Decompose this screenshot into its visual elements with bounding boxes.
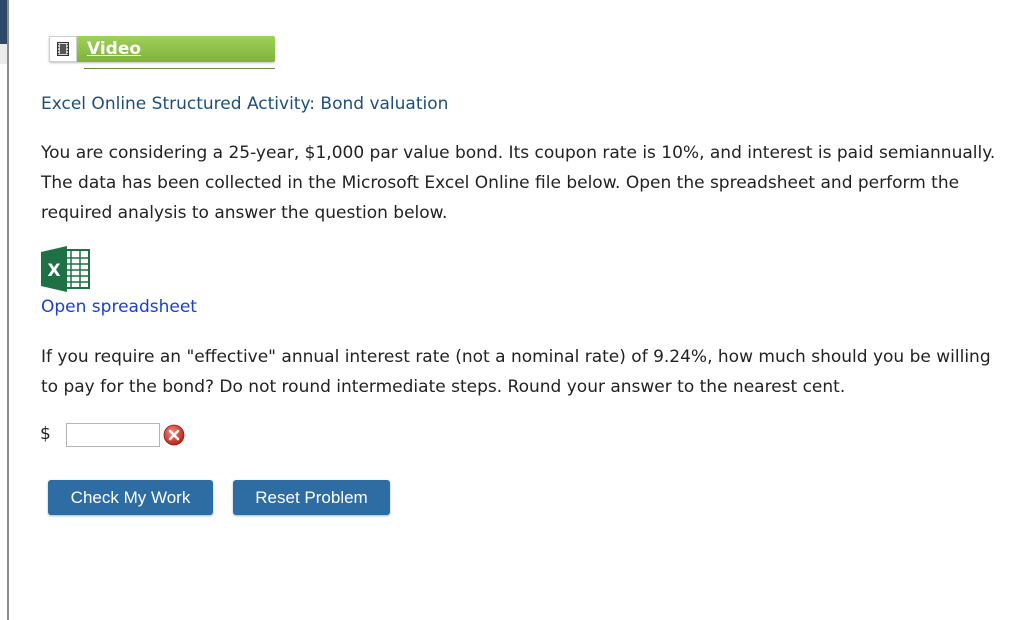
error-x-icon (163, 424, 185, 446)
question-paragraph: If you require an "effective" annual int… (41, 347, 991, 397)
window-edge (0, 0, 7, 44)
video-button[interactable]: Video (49, 36, 275, 62)
reset-problem-button[interactable]: Reset Problem (233, 480, 390, 515)
video-label[interactable]: Video (87, 39, 141, 59)
left-border (7, 0, 9, 620)
excel-icon[interactable]: X (41, 246, 91, 292)
video-divider (84, 68, 275, 69)
check-my-work-button[interactable]: Check My Work (48, 480, 213, 515)
window-edge-light (0, 44, 7, 64)
film-icon (49, 36, 77, 62)
open-spreadsheet-link[interactable]: Open spreadsheet (41, 297, 197, 317)
intro-paragraph: You are considering a 25-year, $1,000 pa… (41, 143, 996, 223)
answer-input[interactable] (66, 423, 160, 447)
currency-symbol: $ (40, 424, 51, 444)
activity-title: Excel Online Structured Activity: Bond v… (41, 94, 449, 114)
svg-text:X: X (47, 261, 60, 281)
